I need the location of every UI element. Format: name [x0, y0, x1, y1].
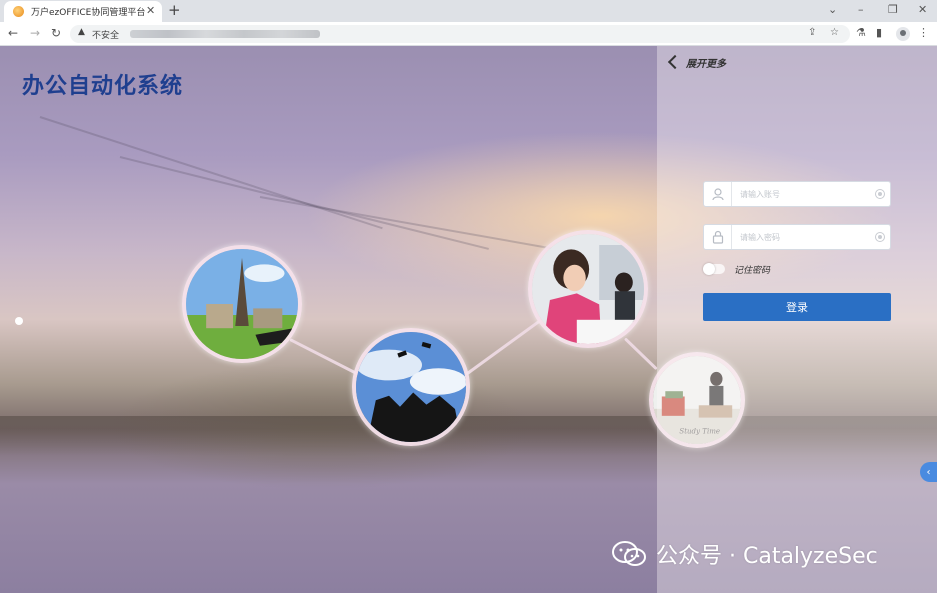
new-tab-button[interactable]: + — [168, 1, 181, 19]
star-icon[interactable]: ☆ — [830, 27, 839, 38]
chevron-left-icon — [667, 54, 683, 70]
tab-close-icon[interactable]: ✕ — [146, 4, 155, 18]
expand-more-toggle[interactable]: 展开更多 — [667, 54, 726, 70]
lab-icon[interactable]: ⚗ — [856, 26, 866, 40]
username-field[interactable] — [703, 181, 891, 207]
tab-title: 万户ezOFFICE协同管理平台 — [31, 8, 146, 18]
password-input[interactable] — [740, 230, 870, 244]
photo-connector-line — [623, 337, 658, 371]
not-secure-warning-icon[interactable]: ▲ — [78, 27, 85, 37]
menu-icon[interactable]: ⋮ — [918, 26, 929, 40]
profile-icon[interactable] — [896, 27, 910, 41]
login-panel: 展开更多 记住密码 登录 — [657, 46, 937, 593]
browser-tab[interactable]: 万户ezOFFICE协同管理平台 ✕ — [4, 1, 162, 22]
minimize-window-button[interactable]: – — [858, 3, 864, 17]
login-button[interactable]: 登录 — [703, 293, 891, 321]
photo-connector-line — [465, 319, 542, 376]
photo-graduation — [352, 328, 470, 446]
photo-connector-line — [289, 338, 361, 377]
site-favicon-icon — [13, 6, 24, 17]
background-bridge-cable — [259, 196, 556, 251]
forward-button[interactable]: → — [30, 26, 40, 41]
remember-password-label: 记住密码 — [734, 265, 771, 276]
username-input[interactable] — [740, 187, 870, 201]
back-button[interactable]: ← — [8, 26, 18, 41]
lock-icon — [704, 225, 732, 249]
password-field[interactable] — [703, 224, 891, 250]
sidepanel-icon[interactable]: ▮ — [876, 26, 882, 40]
close-window-button[interactable]: ✕ — [918, 3, 927, 17]
browser-toolbar: ← → ↻ ▲ 不安全 ⇪ ☆ ⚗ ▮ ⋮ — [0, 22, 937, 46]
restore-window-button[interactable]: ❐ — [888, 3, 898, 17]
expand-more-label: 展开更多 — [686, 58, 726, 70]
login-page: 办公自动化系统 Study Time 展开更多 请输入账号 记住密码 登录 ‹ … — [0, 46, 937, 593]
password-clear-icon[interactable] — [875, 232, 885, 242]
address-url-redacted[interactable] — [130, 30, 320, 38]
remember-password-toggle[interactable] — [703, 263, 725, 275]
browser-tab-bar: 万户ezOFFICE协同管理平台 ✕ + ⌄ – ❐ ✕ — [0, 0, 937, 22]
address-bar[interactable]: ▲ 不安全 ⇪ ☆ — [70, 25, 850, 43]
wechat-icon — [612, 541, 646, 567]
carousel-indicator-dot[interactable] — [15, 317, 23, 325]
share-icon[interactable]: ⇪ — [808, 27, 816, 38]
photo-students-studying — [528, 230, 648, 348]
side-collapse-tab[interactable]: ‹ — [920, 462, 937, 482]
remember-password[interactable]: 记住密码 — [703, 262, 770, 276]
system-title: 办公自动化系统 — [22, 74, 184, 99]
background-bridge-cable — [39, 116, 383, 230]
watermark: 公众号 · CatalyzeSec — [612, 538, 878, 570]
username-clear-icon[interactable] — [875, 189, 885, 199]
not-secure-label[interactable]: 不安全 — [92, 28, 119, 41]
photo-eiffel-tower — [182, 245, 302, 363]
reload-button[interactable]: ↻ — [51, 26, 61, 41]
watermark-text: 公众号 · CatalyzeSec — [656, 544, 878, 569]
tab-search-dropdown-icon[interactable]: ⌄ — [828, 3, 837, 17]
user-icon — [704, 182, 732, 206]
